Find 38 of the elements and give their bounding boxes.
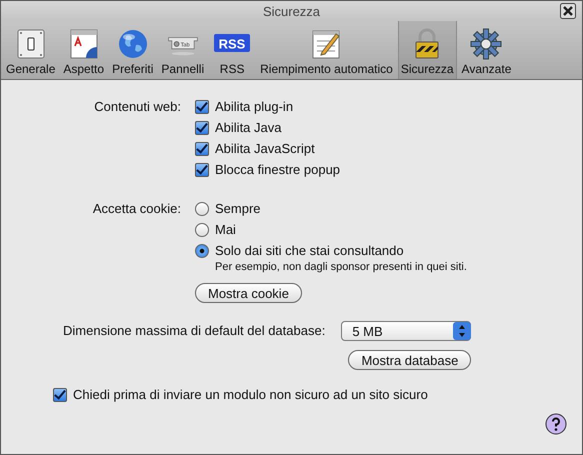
option-label: Abilita JavaScript [215,141,315,156]
toolbar-tab[interactable]: Avanzate [458,21,514,79]
checkbox[interactable] [195,142,209,156]
radio-button[interactable] [195,222,209,236]
checkbox[interactable] [195,162,209,176]
stepper-arrows-icon [453,322,472,340]
option-label: Abilita plug-in [215,99,294,114]
checkbox[interactable] [195,100,209,114]
cookies-label: Accetta cookie: [92,200,181,218]
checkbox[interactable] [195,120,209,134]
option-label: Abilita Java [215,120,282,135]
toolbar-tab[interactable]: Riempimento automatico [257,21,396,79]
globe-icon [116,28,149,60]
help-icon[interactable] [545,413,567,435]
toolbar-tab[interactable]: RSS RSS [209,21,256,79]
option-note: Per esempio, non dagli sponsor presenti in quei siti. [215,261,467,274]
document-icon [68,28,100,60]
toolbar-tab[interactable]: Sicurezza [398,21,457,79]
show-database-button[interactable]: Mostra database [348,350,472,370]
show-cookies-button[interactable]: Mostra cookie [195,283,302,303]
checkbox[interactable] [53,388,67,402]
toolbar-tab[interactable]: Aspetto [60,21,108,79]
pencil-form-icon [310,28,342,60]
option-label: Blocca finestre popup [215,162,340,177]
close-icon[interactable] [560,3,576,19]
toolbar-tab[interactable]: Generale [3,21,58,79]
database-size-select[interactable]: 5 MB [341,321,472,341]
option-label: Sempre [215,201,261,216]
switch-icon [14,28,47,60]
option-label: Mai [215,222,236,237]
radio-button[interactable] [195,244,209,258]
option-label: Solo dai siti che stai consultando [215,243,404,258]
option-label: Chiedi prima di inviare un modulo non sicuro ad un sito sicuro [73,387,428,402]
database-size-label: Dimensione massima di default del database: [63,322,326,340]
toolbar-tab[interactable]: Preferiti [109,21,156,79]
web-content-label: Contenuti web: [93,98,181,116]
radio-button[interactable] [195,202,209,216]
window-title: Sicurezza [262,4,320,18]
